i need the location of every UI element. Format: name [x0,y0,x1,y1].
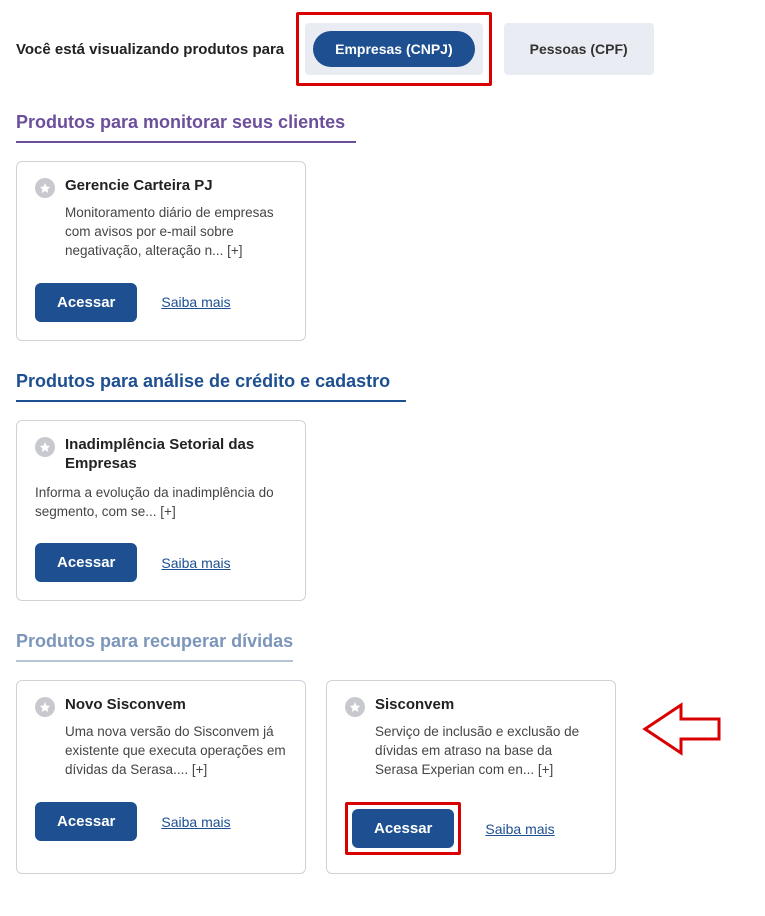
card-desc: Informa a evolução da inadimplência do s… [35,484,287,522]
section-recuperar: Produtos para recuperar dívidas Novo Sis… [16,631,749,874]
card-desc: Serviço de inclusão e exclusão de dívida… [375,723,597,780]
star-icon[interactable] [35,437,55,457]
section-title-credito: Produtos para análise de crédito e cadas… [16,371,406,402]
toggle-pessoas[interactable]: Pessoas (CPF) [508,31,650,67]
star-icon[interactable] [35,178,55,198]
acessar-button[interactable]: Acessar [35,802,137,841]
acessar-button[interactable]: Acessar [35,283,137,322]
highlight-acessar: Acessar [345,802,461,855]
card-novo-sisconvem: Novo Sisconvem Uma nova versão do Siscon… [16,680,306,874]
card-title: Inadimplência Setorial das Empresas [65,435,287,474]
star-icon[interactable] [35,697,55,717]
star-icon[interactable] [345,697,365,717]
acessar-button[interactable]: Acessar [35,543,137,582]
card-desc: Monitoramento diário de empresas com avi… [65,204,287,261]
card-gerencie-carteira: Gerencie Carteira PJ Monitoramento diári… [16,161,306,341]
section-title-recuperar: Produtos para recuperar dívidas [16,631,293,662]
card-title: Sisconvem [375,695,454,715]
card-title: Novo Sisconvem [65,695,186,715]
filter-row: Você está visualizando produtos para Emp… [16,12,749,86]
card-sisconvem: Sisconvem Serviço de inclusão e exclusão… [326,680,616,874]
saiba-mais-link[interactable]: Saiba mais [161,814,230,830]
filter-label: Você está visualizando produtos para [16,41,284,58]
section-title-monitorar: Produtos para monitorar seus clientes [16,112,356,143]
section-monitorar: Produtos para monitorar seus clientes Ge… [16,112,749,341]
saiba-mais-link[interactable]: Saiba mais [485,821,554,837]
card-title: Gerencie Carteira PJ [65,176,213,196]
highlight-empresas: Empresas (CNPJ) [296,12,492,86]
toggle-empresas[interactable]: Empresas (CNPJ) [313,31,475,67]
section-credito: Produtos para análise de crédito e cadas… [16,371,749,602]
saiba-mais-link[interactable]: Saiba mais [161,555,230,571]
arrow-left-icon [641,701,721,757]
card-desc: Uma nova versão do Sisconvem já existent… [65,723,287,780]
acessar-button[interactable]: Acessar [352,809,454,848]
toggle-group-inactive: Pessoas (CPF) [504,23,654,75]
toggle-group-wrap: Empresas (CNPJ) [305,23,483,75]
card-inadimplencia: Inadimplência Setorial das Empresas Info… [16,420,306,602]
saiba-mais-link[interactable]: Saiba mais [161,294,230,310]
